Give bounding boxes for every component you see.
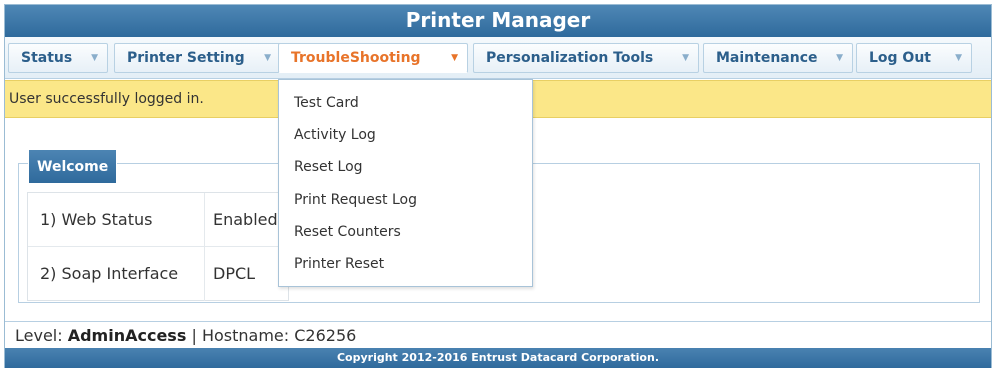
caret-down-icon: ▼ [682,53,689,63]
caret-down-icon: ▼ [955,53,962,63]
main-menu: Status ▼ Printer Setting ▼ TroubleShooti… [5,37,991,79]
menu-personalization-tools[interactable]: Personalization Tools ▼ [473,43,699,73]
welcome-legend: Welcome [28,149,118,184]
web-status-value: Enabled [213,210,278,229]
menu-status-label: Status [21,50,73,66]
copyright-footer: Copyright 2012-2016 Entrust Datacard Cor… [5,348,991,368]
column-divider [204,193,205,246]
menu-log-out-label: Log Out [869,50,931,66]
table-row: 2) Soap Interface DPCL [28,247,288,301]
session-status-bar: Level: AdminAccess | Hostname: C26256 [5,321,991,348]
column-divider [204,247,205,301]
menu-printer-setting[interactable]: Printer Setting ▼ [114,43,281,73]
web-status-label: 1) Web Status [40,210,153,229]
app-title: Printer Manager [5,5,991,37]
menu-maintenance[interactable]: Maintenance ▼ [703,43,853,73]
caret-down-icon: ▼ [91,53,98,63]
welcome-info-table: 1) Web Status Enabled 2) Soap Interface … [27,192,289,301]
menu-troubleshooting[interactable]: TroubleShooting ▼ [278,43,468,73]
caret-down-icon: ▼ [836,53,843,63]
printer-manager-window: Printer Manager Status ▼ Printer Setting… [4,4,992,368]
dropdown-item-print-request-log[interactable]: Print Request Log [294,188,417,212]
menu-troubleshooting-label: TroubleShooting [291,50,421,66]
troubleshooting-dropdown: Test Card Activity Log Reset Log Print R… [278,79,533,287]
menu-printer-setting-label: Printer Setting [127,50,245,66]
hostname-value: C26256 [294,326,357,345]
dropdown-item-activity-log[interactable]: Activity Log [294,123,376,147]
level-value: AdminAccess [67,326,187,345]
caret-down-icon: ▼ [451,53,458,63]
level-label: Level: [15,326,63,345]
caret-down-icon: ▼ [264,53,271,63]
dropdown-item-test-card[interactable]: Test Card [294,91,359,115]
menu-status[interactable]: Status ▼ [8,43,108,73]
hostname-label: Hostname: [201,326,290,345]
table-row: 1) Web Status Enabled [28,193,288,247]
menu-log-out[interactable]: Log Out ▼ [856,43,972,73]
soap-interface-value: DPCL [213,264,256,283]
soap-interface-label: 2) Soap Interface [40,264,179,283]
dropdown-item-reset-counters[interactable]: Reset Counters [294,220,401,244]
menu-maintenance-label: Maintenance [716,50,818,66]
status-separator: | [191,326,197,345]
dropdown-item-reset-log[interactable]: Reset Log [294,155,363,179]
dropdown-item-printer-reset[interactable]: Printer Reset [294,252,384,276]
menu-personalization-tools-label: Personalization Tools [486,50,654,66]
